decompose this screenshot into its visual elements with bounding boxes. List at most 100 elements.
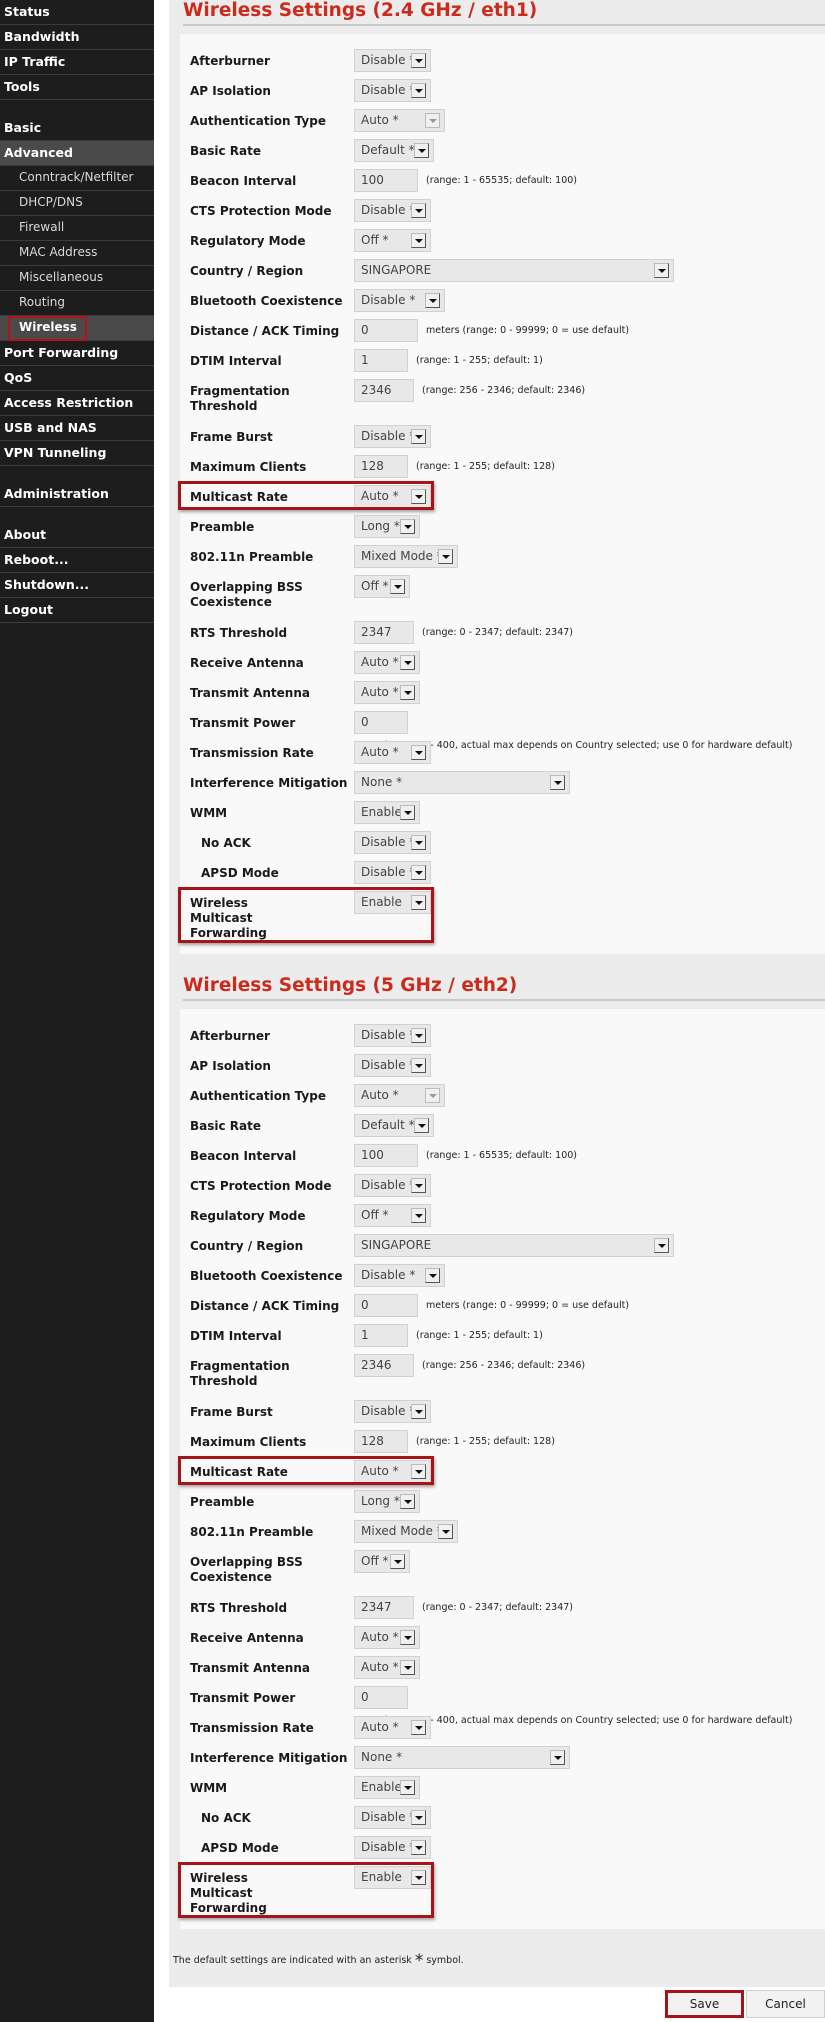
sidebar-item-tools[interactable]: Tools bbox=[0, 75, 154, 100]
dropdown-arrow-icon[interactable] bbox=[414, 1118, 429, 1133]
transmit-power-input[interactable]: 0 bbox=[354, 711, 408, 734]
dropdown-arrow-icon[interactable] bbox=[425, 293, 440, 308]
sidebar-item-basic[interactable]: Basic bbox=[0, 116, 154, 141]
frame-burst-select[interactable]: Disable * bbox=[354, 1400, 431, 1423]
wmm-select[interactable]: Enable bbox=[354, 1776, 420, 1799]
802-11n-preamble-select[interactable]: Mixed Mode * bbox=[354, 1520, 458, 1543]
receive-antenna-select[interactable]: Auto * bbox=[354, 1626, 420, 1649]
transmit-antenna-select[interactable]: Auto * bbox=[354, 1656, 420, 1679]
distance-ack-timing-input[interactable]: 0 bbox=[354, 319, 418, 342]
dropdown-arrow-icon[interactable] bbox=[390, 1554, 405, 1569]
transmit-power-input[interactable]: 0 bbox=[354, 1686, 408, 1709]
dropdown-arrow-icon[interactable] bbox=[411, 895, 426, 910]
dropdown-arrow-icon[interactable] bbox=[400, 519, 415, 534]
dropdown-arrow-icon[interactable] bbox=[654, 263, 669, 278]
sidebar-item-ip-traffic[interactable]: IP Traffic bbox=[0, 50, 154, 75]
regulatory-mode-select[interactable]: Off * bbox=[354, 229, 431, 252]
sidebar-item-dhcp-dns[interactable]: DHCP/DNS bbox=[0, 191, 154, 216]
dropdown-arrow-icon[interactable] bbox=[411, 83, 426, 98]
multicast-rate-select[interactable]: Auto * bbox=[354, 485, 431, 508]
dropdown-arrow-icon[interactable] bbox=[411, 1208, 426, 1223]
dropdown-arrow-icon[interactable] bbox=[411, 1870, 426, 1885]
dtim-interval-input[interactable]: 1 bbox=[354, 349, 408, 372]
preamble-select[interactable]: Long * bbox=[354, 1490, 420, 1513]
cts-protection-mode-select[interactable]: Disable * bbox=[354, 199, 431, 222]
sidebar-item-conntrack-netfilter[interactable]: Conntrack/Netfilter bbox=[0, 166, 154, 191]
sidebar-item-access-restriction[interactable]: Access Restriction bbox=[0, 391, 154, 416]
sidebar-item-reboot[interactable]: Reboot... bbox=[0, 548, 154, 573]
bluetooth-coexistence-select[interactable]: Disable * bbox=[354, 289, 445, 312]
dropdown-arrow-icon[interactable] bbox=[400, 655, 415, 670]
apsd-mode-select[interactable]: Disable * bbox=[354, 1836, 431, 1859]
dropdown-arrow-icon[interactable] bbox=[400, 1494, 415, 1509]
frame-burst-select[interactable]: Disable * bbox=[354, 425, 431, 448]
sidebar-item-usb-and-nas[interactable]: USB and NAS bbox=[0, 416, 154, 441]
authentication-type-select[interactable]: Auto * bbox=[354, 1084, 445, 1107]
sidebar-item-wireless[interactable]: Wireless bbox=[0, 316, 154, 341]
transmission-rate-select[interactable]: Auto * bbox=[354, 741, 431, 764]
wireless-multicast-forwarding-select[interactable]: Enable bbox=[354, 891, 431, 914]
dropdown-arrow-icon[interactable] bbox=[425, 1268, 440, 1283]
ap-isolation-select[interactable]: Disable * bbox=[354, 1054, 431, 1077]
dtim-interval-input[interactable]: 1 bbox=[354, 1324, 408, 1347]
dropdown-arrow-icon[interactable] bbox=[411, 1464, 426, 1479]
sidebar-item-mac-address[interactable]: MAC Address bbox=[0, 241, 154, 266]
802-11n-preamble-select[interactable]: Mixed Mode * bbox=[354, 545, 458, 568]
beacon-interval-input[interactable]: 100 bbox=[354, 1144, 418, 1167]
dropdown-arrow-icon[interactable] bbox=[438, 1524, 453, 1539]
cancel-button[interactable]: Cancel bbox=[746, 1990, 825, 2018]
sidebar-item-shutdown[interactable]: Shutdown... bbox=[0, 573, 154, 598]
dropdown-arrow-icon[interactable] bbox=[411, 1028, 426, 1043]
sidebar-item-port-forwarding[interactable]: Port Forwarding bbox=[0, 341, 154, 366]
save-button[interactable]: Save bbox=[665, 1990, 744, 2018]
overlapping-bss-coexistence-select[interactable]: Off * bbox=[354, 575, 410, 598]
basic-rate-select[interactable]: Default * bbox=[354, 1114, 434, 1137]
sidebar-item-logout[interactable]: Logout bbox=[0, 598, 154, 623]
cts-protection-mode-select[interactable]: Disable * bbox=[354, 1174, 431, 1197]
dropdown-arrow-icon[interactable] bbox=[411, 865, 426, 880]
country-region-select[interactable]: SINGAPORE bbox=[354, 1234, 674, 1257]
rts-threshold-input[interactable]: 2347 bbox=[354, 1596, 414, 1619]
country-region-select[interactable]: SINGAPORE bbox=[354, 259, 674, 282]
dropdown-arrow-icon[interactable] bbox=[550, 1750, 565, 1765]
wmm-select[interactable]: Enable bbox=[354, 801, 420, 824]
dropdown-arrow-icon[interactable] bbox=[400, 1780, 415, 1795]
dropdown-arrow-icon[interactable] bbox=[411, 1058, 426, 1073]
interference-mitigation-select[interactable]: None * bbox=[354, 1746, 570, 1769]
dropdown-arrow-icon[interactable] bbox=[411, 233, 426, 248]
dropdown-arrow-icon[interactable] bbox=[411, 835, 426, 850]
dropdown-arrow-icon[interactable] bbox=[425, 113, 440, 128]
dropdown-arrow-icon[interactable] bbox=[400, 805, 415, 820]
dropdown-arrow-icon[interactable] bbox=[654, 1238, 669, 1253]
dropdown-arrow-icon[interactable] bbox=[411, 1178, 426, 1193]
sidebar-item-vpn-tunneling[interactable]: VPN Tunneling bbox=[0, 441, 154, 466]
dropdown-arrow-icon[interactable] bbox=[411, 1720, 426, 1735]
sidebar-item-miscellaneous[interactable]: Miscellaneous bbox=[0, 266, 154, 291]
no-ack-select[interactable]: Disable * bbox=[354, 1806, 431, 1829]
preamble-select[interactable]: Long * bbox=[354, 515, 420, 538]
sidebar-item-about[interactable]: About bbox=[0, 523, 154, 548]
sidebar-item-advanced[interactable]: Advanced bbox=[0, 141, 154, 166]
rts-threshold-input[interactable]: 2347 bbox=[354, 621, 414, 644]
receive-antenna-select[interactable]: Auto * bbox=[354, 651, 420, 674]
dropdown-arrow-icon[interactable] bbox=[411, 1840, 426, 1855]
dropdown-arrow-icon[interactable] bbox=[550, 775, 565, 790]
authentication-type-select[interactable]: Auto * bbox=[354, 109, 445, 132]
dropdown-arrow-icon[interactable] bbox=[400, 685, 415, 700]
dropdown-arrow-icon[interactable] bbox=[390, 579, 405, 594]
sidebar-item-status[interactable]: Status bbox=[0, 0, 154, 25]
transmit-antenna-select[interactable]: Auto * bbox=[354, 681, 420, 704]
multicast-rate-select[interactable]: Auto * bbox=[354, 1460, 431, 1483]
sidebar-item-routing[interactable]: Routing bbox=[0, 291, 154, 316]
dropdown-arrow-icon[interactable] bbox=[411, 745, 426, 760]
dropdown-arrow-icon[interactable] bbox=[411, 53, 426, 68]
dropdown-arrow-icon[interactable] bbox=[438, 549, 453, 564]
dropdown-arrow-icon[interactable] bbox=[400, 1660, 415, 1675]
dropdown-arrow-icon[interactable] bbox=[411, 489, 426, 504]
ap-isolation-select[interactable]: Disable * bbox=[354, 79, 431, 102]
beacon-interval-input[interactable]: 100 bbox=[354, 169, 418, 192]
sidebar-item-qos[interactable]: QoS bbox=[0, 366, 154, 391]
maximum-clients-input[interactable]: 128 bbox=[354, 455, 408, 478]
dropdown-arrow-icon[interactable] bbox=[400, 1630, 415, 1645]
distance-ack-timing-input[interactable]: 0 bbox=[354, 1294, 418, 1317]
